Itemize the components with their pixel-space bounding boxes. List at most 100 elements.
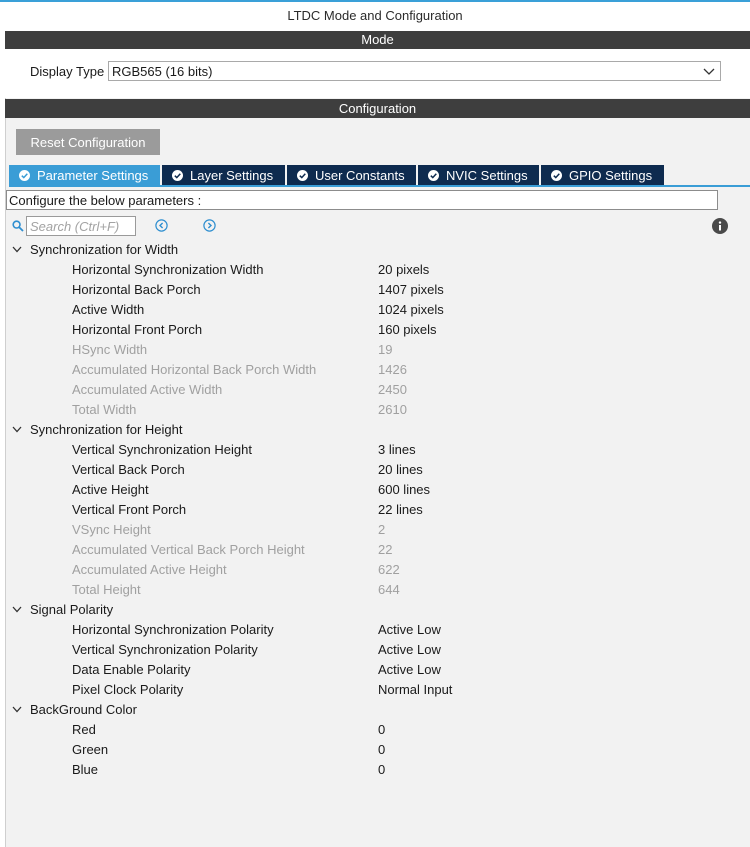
param-value: 19 [378, 342, 393, 357]
tab-layer-settings[interactable]: Layer Settings [162, 165, 285, 186]
group-label: BackGround Color [30, 702, 137, 717]
group-label: Synchronization for Width [30, 242, 179, 257]
param-value[interactable]: 1407 pixels [378, 280, 444, 300]
group-signal-polarity[interactable]: Signal Polarity [0, 600, 750, 620]
check-circle-icon [297, 170, 308, 181]
group-background-color[interactable]: BackGround Color [0, 700, 750, 720]
chevron-down-icon[interactable] [12, 246, 22, 253]
param-row-active-height[interactable]: Active Height 600 lines [0, 480, 750, 500]
group-synchronization-for-height[interactable]: Synchronization for Height [0, 420, 750, 440]
param-row-vertical-back-porch[interactable]: Vertical Back Porch 20 lines [0, 460, 750, 480]
param-row-pixel-clock-polarity[interactable]: Pixel Clock Polarity Normal Input [0, 680, 750, 700]
param-label: Total Width [72, 402, 137, 417]
param-label: Horizontal Back Porch [72, 282, 201, 297]
check-circle-icon [428, 170, 439, 181]
param-row-active-width[interactable]: Active Width 1024 pixels [0, 300, 750, 320]
param-value: 1426 [378, 362, 407, 377]
param-value[interactable]: 0 [378, 740, 385, 760]
param-value[interactable]: 22 lines [378, 500, 423, 520]
param-value[interactable]: 600 lines [378, 480, 430, 500]
param-row-horizontal-back-porch[interactable]: Horizontal Back Porch 1407 pixels [0, 280, 750, 300]
param-value[interactable]: 20 lines [378, 460, 423, 480]
param-row-vertical-synchronization-height[interactable]: Vertical Synchronization Height 3 lines [0, 440, 750, 460]
param-value[interactable]: 1024 pixels [378, 300, 444, 320]
parameter-tree: Synchronization for Width Horizontal Sync… [0, 240, 750, 780]
param-value[interactable]: Active Low [378, 620, 441, 640]
param-row-total-width[interactable]: Total Width 2610 [0, 400, 750, 420]
param-value[interactable]: Normal Input [378, 680, 452, 700]
param-value[interactable]: 3 lines [378, 440, 416, 460]
group-label: Signal Polarity [30, 602, 114, 617]
configuration-section-header: Configuration [5, 99, 750, 118]
tab-label: NVIC Settings [446, 168, 528, 183]
search-icon [12, 220, 24, 232]
param-label: Vertical Synchronization Height [72, 442, 252, 457]
param-label: Pixel Clock Polarity [72, 682, 184, 697]
chevron-down-icon[interactable] [12, 426, 22, 433]
param-value[interactable]: 0 [378, 720, 385, 740]
info-icon[interactable] [712, 218, 728, 234]
tab-label: Layer Settings [190, 168, 274, 183]
chevron-down-icon[interactable] [12, 706, 22, 713]
display-type-select[interactable]: RGB565 (16 bits) [108, 61, 721, 81]
param-label: Green [72, 742, 109, 757]
param-label: Accumulated Horizontal Back Porch Width [72, 362, 317, 377]
param-value[interactable]: 0 [378, 760, 385, 780]
tab-parameter-settings[interactable]: Parameter Settings [9, 165, 160, 186]
window-top-accent [0, 0, 750, 2]
param-label: Horizontal Synchronization Polarity [72, 622, 274, 637]
chevron-down-icon[interactable] [12, 606, 22, 613]
param-label: Horizontal Synchronization Width [72, 262, 264, 277]
param-value[interactable]: Active Low [378, 640, 441, 660]
tab-label: GPIO Settings [569, 168, 653, 183]
param-row-horizontal-front-porch[interactable]: Horizontal Front Porch 160 pixels [0, 320, 750, 340]
param-label: Vertical Synchronization Polarity [72, 642, 258, 657]
tab-user-constants[interactable]: User Constants [287, 165, 416, 186]
param-row-hsync-width[interactable]: HSync Width 19 [0, 340, 750, 360]
param-label: Vertical Front Porch [72, 502, 187, 517]
search-input[interactable] [26, 216, 136, 236]
param-label: Data Enable Polarity [72, 662, 191, 677]
param-label: Accumulated Active Width [72, 382, 223, 397]
param-label: HSync Width [72, 342, 148, 357]
param-row-accumulated-active-height[interactable]: Accumulated Active Height 622 [0, 560, 750, 580]
param-value[interactable]: Active Low [378, 660, 441, 680]
param-label: VSync Height [72, 522, 151, 537]
next-match-icon[interactable] [203, 219, 216, 232]
reset-configuration-button[interactable]: Reset Configuration [16, 129, 160, 155]
tab-gpio-settings[interactable]: GPIO Settings [541, 165, 664, 186]
param-row-vsync-height[interactable]: VSync Height 2 [0, 520, 750, 540]
param-row-total-height[interactable]: Total Height 644 [0, 580, 750, 600]
previous-match-icon[interactable] [155, 219, 168, 232]
param-row-accumulated-active-width[interactable]: Accumulated Active Width 2450 [0, 380, 750, 400]
param-row-green[interactable]: Green 0 [0, 740, 750, 760]
chevron-down-icon [703, 68, 715, 75]
param-label: Accumulated Active Height [72, 562, 227, 577]
param-value[interactable]: 160 pixels [378, 320, 437, 340]
param-row-vertical-synchronization-polarity[interactable]: Vertical Synchronization Polarity Active … [0, 640, 750, 660]
param-label: Horizontal Front Porch [72, 322, 203, 337]
group-synchronization-for-width[interactable]: Synchronization for Width [0, 240, 750, 260]
tab-label: User Constants [315, 168, 405, 183]
check-circle-icon [19, 170, 30, 181]
param-row-horizontal-synchronization-width[interactable]: Horizontal Synchronization Width 20 pixel… [0, 260, 750, 280]
param-row-accumulated-vertical-back-porch-height[interactable]: Accumulated Vertical Back Porch Height 22 [0, 540, 750, 560]
group-label: Synchronization for Height [30, 422, 183, 437]
param-value: 622 [378, 562, 400, 577]
tabs-underline [9, 185, 750, 187]
param-row-horizontal-synchronization-polarity[interactable]: Horizontal Synchronization Polarity Activ… [0, 620, 750, 640]
param-row-accumulated-horizontal-back-porch-width[interactable]: Accumulated Horizontal Back Porch Width 1… [0, 360, 750, 380]
param-value[interactable]: 20 pixels [378, 260, 429, 280]
param-value: 2610 [378, 402, 407, 417]
param-row-vertical-front-porch[interactable]: Vertical Front Porch 22 lines [0, 500, 750, 520]
param-row-blue[interactable]: Blue 0 [0, 760, 750, 780]
instructions-box: Configure the below parameters : [6, 190, 718, 210]
param-label: Total Height [72, 582, 141, 597]
param-row-data-enable-polarity[interactable]: Data Enable Polarity Active Low [0, 660, 750, 680]
param-value: 22 [378, 542, 393, 557]
param-label: Red [72, 722, 96, 737]
param-value: 2 [378, 522, 386, 537]
param-row-red[interactable]: Red 0 [0, 720, 750, 740]
tab-nvic-settings[interactable]: NVIC Settings [418, 165, 539, 186]
display-type-value: RGB565 (16 bits) [112, 64, 213, 79]
